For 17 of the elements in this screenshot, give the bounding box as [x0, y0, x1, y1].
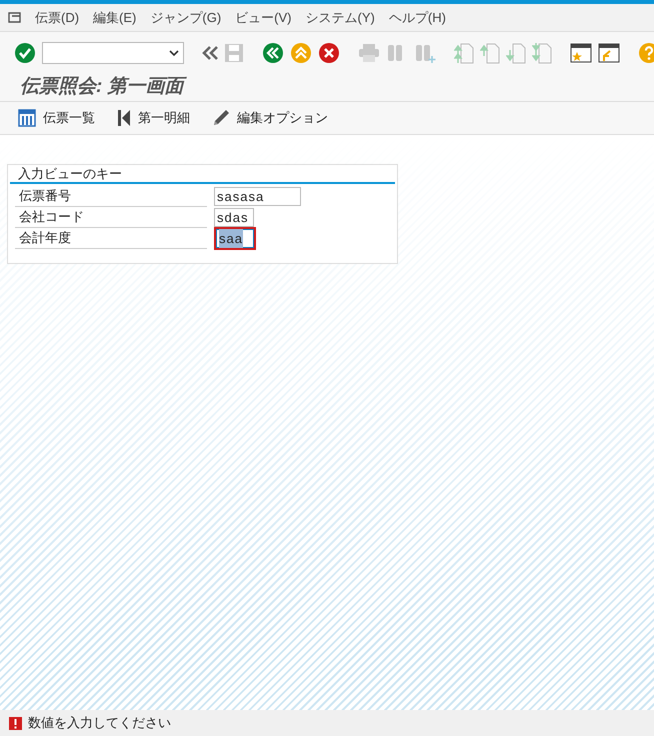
toolbar-button[interactable]: 伝票一覧: [18, 108, 95, 128]
input-field[interactable]: sdas: [214, 208, 254, 227]
group-title: 入力ビューのキー: [18, 164, 122, 183]
status-message: 数値を入力してください: [28, 714, 171, 732]
menu-item[interactable]: 伝票(D): [35, 8, 80, 28]
field-label: 会社コード: [15, 207, 207, 228]
field-label: 伝票番号: [15, 186, 207, 207]
menu-item[interactable]: ヘルプ(H): [388, 8, 446, 28]
input-field[interactable]: saa: [216, 229, 254, 248]
toolbar-button[interactable]: 第一明細: [117, 108, 190, 128]
menu-item[interactable]: 編集(E): [93, 8, 136, 28]
toolbar-button[interactable]: 編集オプション: [212, 108, 328, 128]
menu-item[interactable]: ビュー(V): [235, 8, 292, 28]
field-label: 会計年度: [15, 228, 207, 249]
menu-item[interactable]: ジャンプ(G): [150, 8, 222, 28]
menu-item[interactable]: システム(Y): [306, 8, 375, 28]
input-field[interactable]: sasasa: [214, 187, 301, 206]
